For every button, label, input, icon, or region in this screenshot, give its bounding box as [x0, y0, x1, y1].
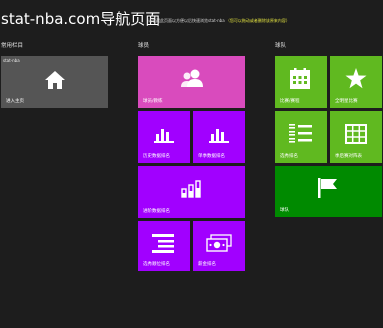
tile-label: 薪金排名 — [198, 262, 216, 267]
subtitle-note: （您可以拖动或者删除该原来内容） — [225, 18, 290, 23]
numbered-list-icon — [289, 123, 313, 145]
tile-draft-rank[interactable]: 选秀顺位排名 — [138, 221, 190, 271]
tile-playoff-bracket[interactable]: 季后赛对阵表 — [330, 111, 382, 163]
tile-home[interactable]: stat-nba 进入主页 — [1, 56, 108, 108]
tile-tag: stat-nba — [3, 58, 20, 63]
group-label-teams: 球队 — [275, 43, 287, 49]
page-title: stat-nba.com导航页面 — [1, 10, 161, 28]
group-label-common: 常用栏目 — [1, 43, 24, 49]
bar-chart-icon — [209, 125, 229, 143]
home-icon — [44, 70, 66, 90]
tile-label: 球队 — [280, 208, 289, 213]
tile-all-star-game[interactable]: 全明星比赛 — [330, 56, 382, 108]
tile-games-schedule[interactable]: 比赛/赛程 — [275, 56, 327, 108]
subtitle-text: 请收藏此页面以方便以后快速浏览stat-nba — [148, 18, 225, 23]
tile-label: 单季数据排名 — [198, 154, 225, 159]
bar-ladder-icon — [181, 180, 201, 198]
tile-salary-rank[interactable]: 薪金排名 — [193, 221, 245, 271]
tile-label: 选秀排名 — [280, 154, 298, 159]
tile-advanced-stats-rank[interactable]: 进阶数据排名 — [138, 166, 245, 218]
tile-history-stats-rank[interactable]: 历史数据排名 — [138, 111, 190, 163]
tile-teams[interactable]: 球队 — [275, 166, 382, 217]
tile-label: 比赛/赛程 — [280, 99, 300, 104]
flag-icon — [317, 178, 339, 198]
calendar-icon — [289, 68, 311, 90]
tile-label: 进入主页 — [6, 99, 24, 104]
tile-label: 选秀顺位排名 — [143, 262, 170, 267]
tile-label: 全明星比赛 — [335, 99, 358, 104]
group-label-players: 球员 — [138, 43, 150, 49]
people-icon — [180, 68, 204, 88]
page-subtitle: 请收藏此页面以方便以后快速浏览stat-nba （您可以拖动或者删除该原来内容） — [148, 18, 290, 24]
bar-chart-icon — [154, 125, 174, 143]
tile-label: 进阶数据排名 — [143, 209, 170, 214]
tile-label: 历史数据排名 — [143, 154, 170, 159]
money-icon — [206, 234, 232, 252]
star-icon — [345, 68, 367, 89]
tile-draft-ranking[interactable]: 选秀排名 — [275, 111, 327, 163]
tile-season-stats-rank[interactable]: 单季数据排名 — [193, 111, 245, 163]
tile-label: 球员/教练 — [143, 99, 163, 104]
grid-icon — [345, 124, 367, 144]
lines-icon — [152, 233, 176, 253]
tile-players-coaches[interactable]: 球员/教练 — [138, 56, 245, 108]
tile-label: 季后赛对阵表 — [335, 154, 362, 159]
